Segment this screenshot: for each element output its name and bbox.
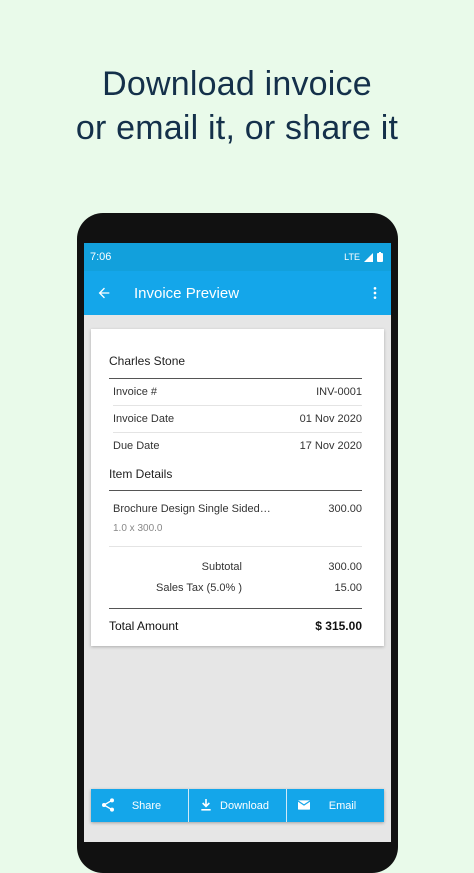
detail-value: INV-0001 (316, 386, 362, 398)
total-value: $ 315.00 (315, 619, 362, 633)
invoice-details: Invoice # INV-0001 Invoice Date 01 Nov 2… (109, 379, 362, 459)
detail-value: 17 Nov 2020 (299, 440, 362, 452)
action-bar: Share Download Email (91, 789, 384, 822)
item-name: Brochure Design Single Sided… (113, 503, 271, 515)
detail-label: Invoice # (113, 386, 158, 398)
detail-label: Due Date (113, 440, 160, 452)
totals-block: Subtotal 300.00 Sales Tax (5.0% ) 15.00 (109, 547, 362, 598)
due-date-row: Due Date 17 Nov 2020 (113, 433, 362, 459)
item-qty-rate: 1.0 x 300.0 (113, 523, 163, 534)
total-label: Total Amount (109, 619, 179, 633)
network-type: LTE (344, 252, 360, 262)
promo-headline: Download invoice or email it, or share i… (0, 62, 474, 150)
detail-label: Invoice Date (113, 413, 175, 425)
line-item: Brochure Design Single Sided… 300.00 1.0… (109, 491, 362, 547)
customer-name: Charles Stone (109, 354, 362, 379)
tax-value: 15.00 (334, 581, 362, 594)
subtotal-label: Subtotal (201, 560, 242, 573)
share-icon (100, 797, 116, 816)
invoice-number-row: Invoice # INV-0001 (113, 379, 362, 406)
more-options-icon[interactable] (367, 285, 383, 301)
status-bar: 7:06 LTE (84, 243, 391, 271)
invoice-preview-card: Charles Stone Invoice # INV-0001 Invoice… (91, 329, 384, 646)
tax-label: Sales Tax (5.0% ) (155, 581, 242, 594)
total-amount-row: Total Amount $ 315.00 (109, 608, 362, 643)
back-arrow-icon[interactable] (96, 285, 112, 301)
headline-line-2: or email it, or share it (75, 109, 399, 147)
phone-screen: 7:06 LTE Invoice Preview Charles Stone I… (84, 243, 391, 842)
battery-icon (377, 252, 383, 262)
invoice-date-row: Invoice Date 01 Nov 2020 (113, 406, 362, 433)
email-icon (296, 797, 312, 816)
email-button[interactable]: Email (287, 789, 384, 822)
item-amount: 300.00 (328, 503, 362, 515)
signal-icon (364, 252, 373, 262)
screen-title: Invoice Preview (134, 284, 240, 302)
status-time: 7:06 (90, 251, 112, 263)
app-bar: Invoice Preview (84, 271, 391, 315)
item-details-heading: Item Details (109, 467, 362, 491)
headline-line-1: Download invoice (102, 65, 372, 103)
subtotal-value: 300.00 (328, 560, 362, 573)
subtotal-row: Subtotal 300.00 (109, 556, 362, 577)
share-button[interactable]: Share (91, 789, 189, 822)
download-button[interactable]: Download (189, 789, 287, 822)
tax-row: Sales Tax (5.0% ) 15.00 (109, 577, 362, 598)
detail-value: 01 Nov 2020 (299, 413, 362, 425)
download-icon (198, 797, 214, 816)
